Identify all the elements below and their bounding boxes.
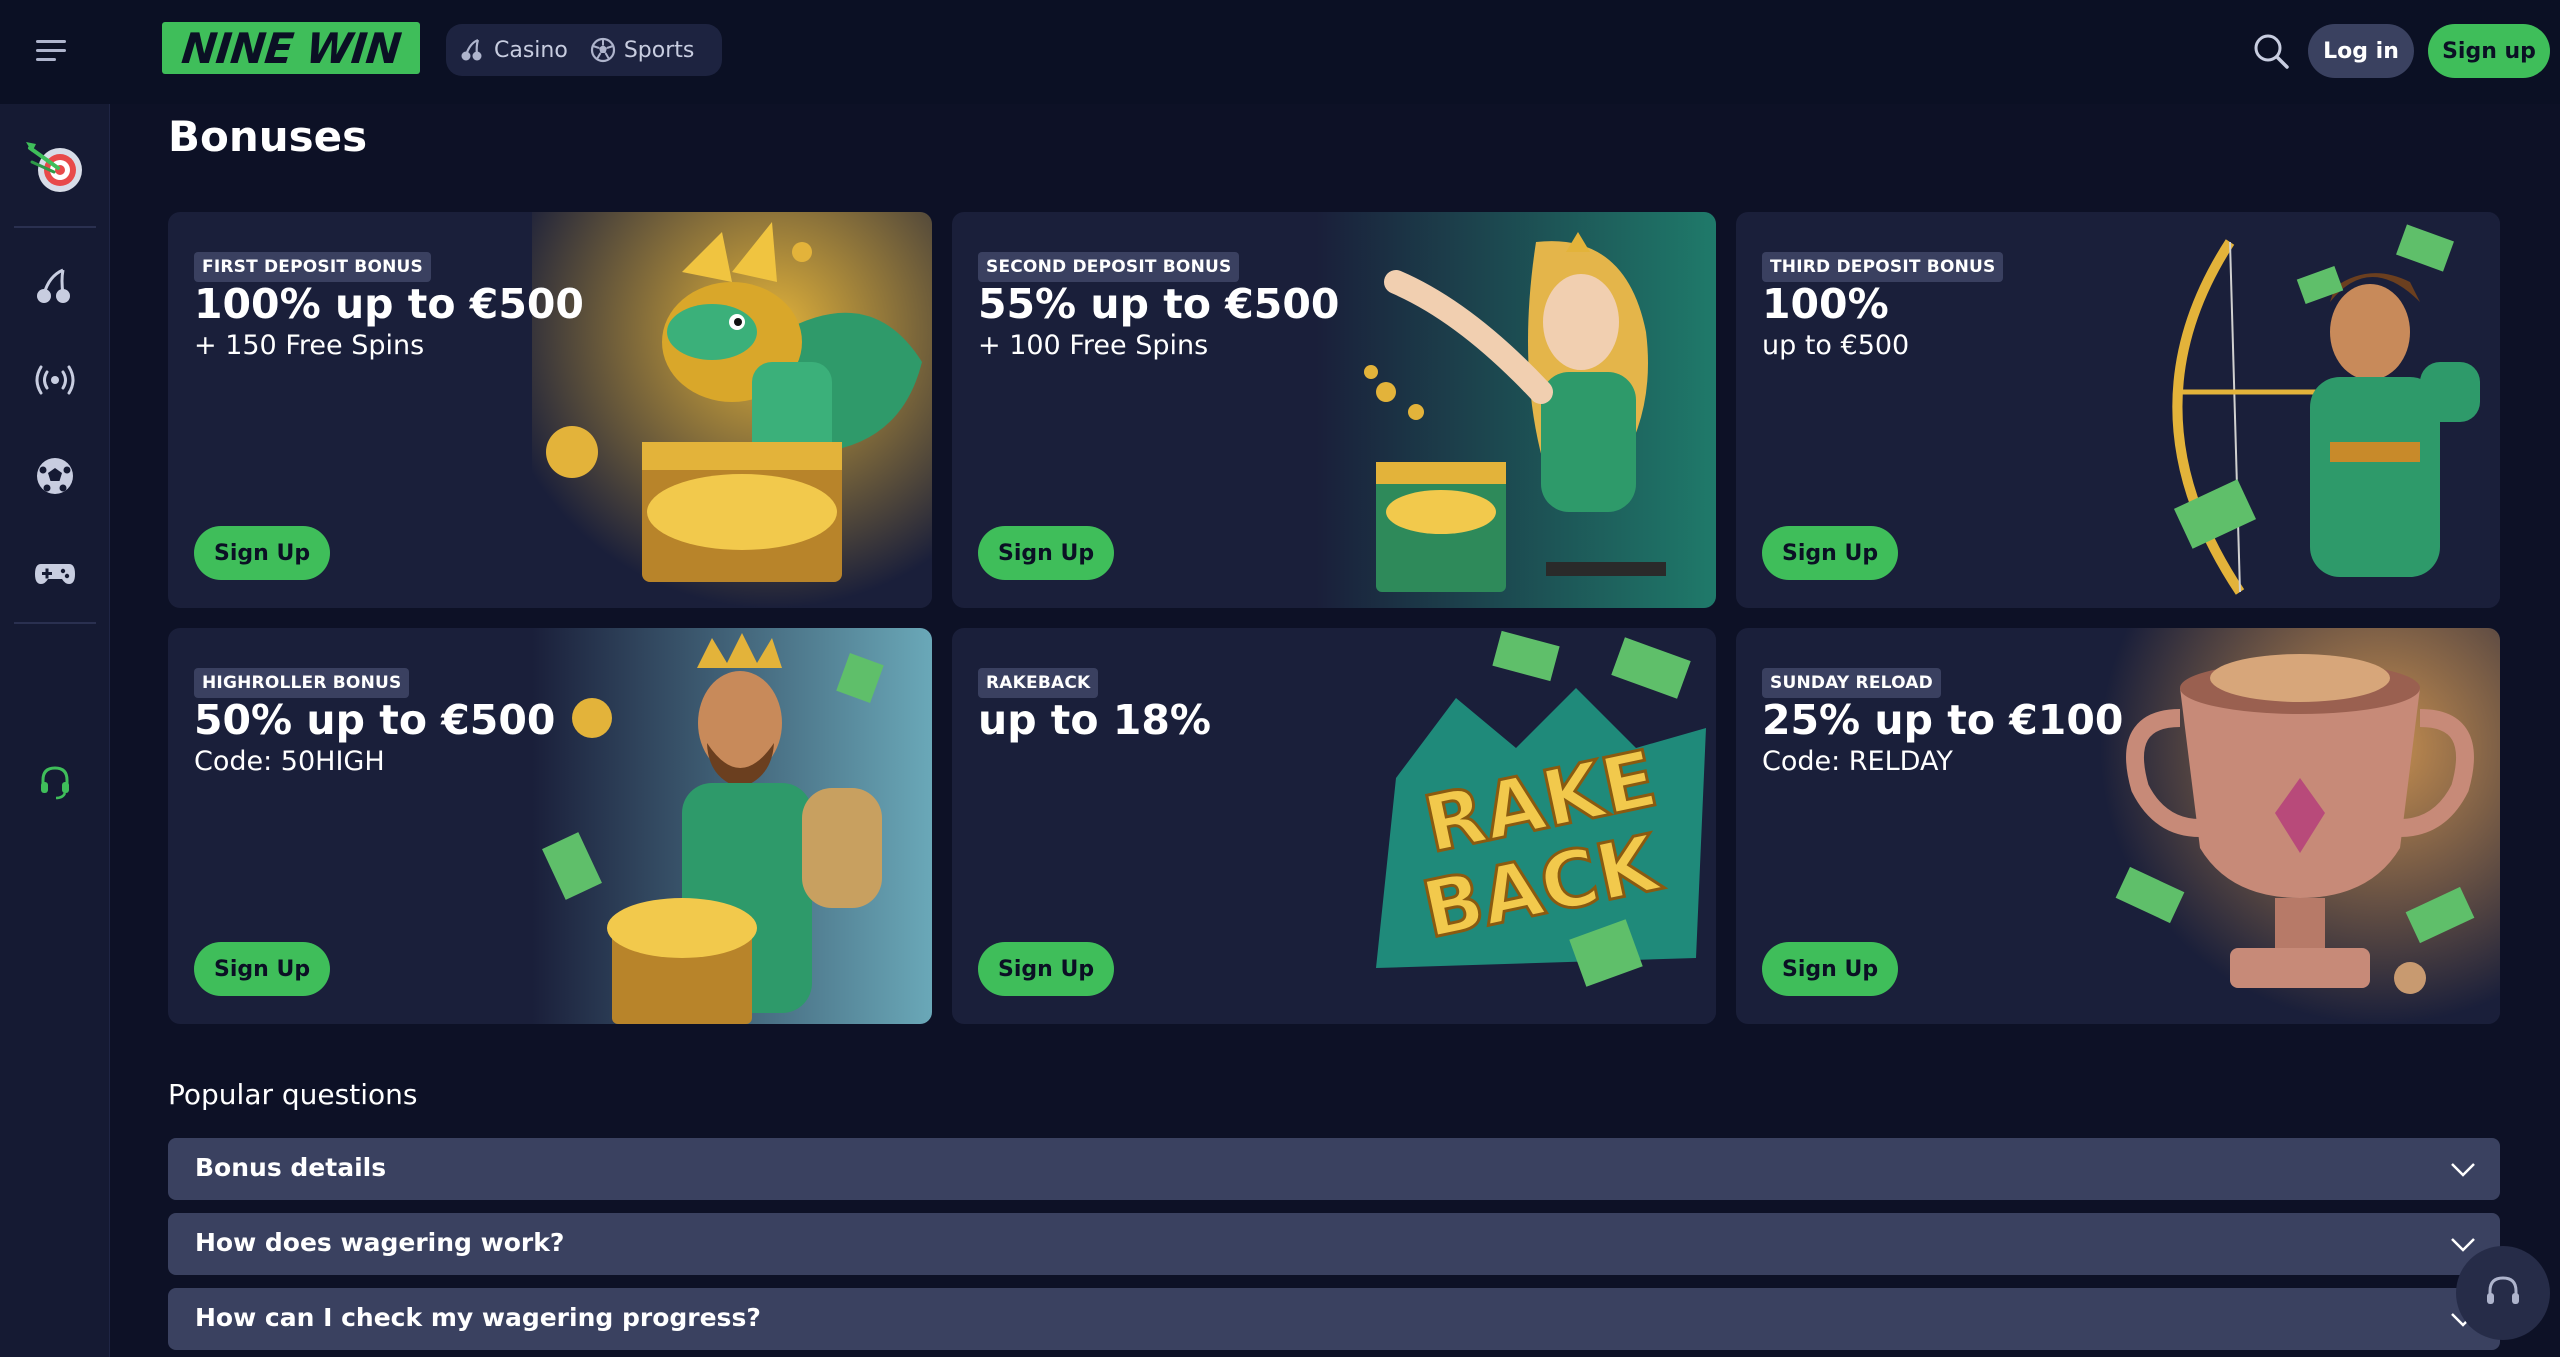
bonus-subtitle: + 150 Free Spins — [194, 330, 425, 361]
bonus-card: RAKE BACK RAKEBACK up to 18% Sign Up — [952, 628, 1716, 1024]
bonus-badge: SUNDAY RELOAD — [1762, 668, 1941, 698]
headset-icon[interactable] — [33, 760, 77, 804]
gamepad-icon[interactable] — [33, 550, 77, 594]
bonus-badge: SECOND DEPOSIT BONUS — [978, 252, 1240, 282]
page-title: Bonuses — [168, 112, 368, 161]
bonus-badge: FIRST DEPOSIT BONUS — [194, 252, 431, 282]
bonus-signup-button[interactable]: Sign Up — [1762, 942, 1899, 996]
faq-question: Bonus details — [195, 1153, 387, 1182]
bonus-title: 25% up to €100 — [1762, 696, 2124, 744]
bonus-badge: HIGHROLLER BONUS — [194, 668, 410, 698]
bonus-subtitle: Code: RELDAY — [1762, 746, 1953, 777]
signup-button[interactable]: Sign up — [2428, 24, 2550, 78]
menu-icon[interactable] — [36, 38, 70, 64]
bonus-badge: RAKEBACK — [978, 668, 1099, 698]
faq-item[interactable]: How does wagering work? — [168, 1213, 2500, 1275]
bonus-title: 55% up to €500 — [978, 280, 1340, 328]
bonus-title: 100% up to €500 — [194, 280, 584, 328]
bonus-title: 100% — [1762, 280, 1889, 328]
mode-switch: Casino Sports — [446, 24, 722, 76]
nav-sports[interactable]: Sports — [590, 37, 695, 63]
bonus-subtitle: up to €500 — [1762, 330, 1910, 361]
nav-casino-label: Casino — [494, 37, 568, 63]
support-chat-button[interactable] — [2456, 1246, 2550, 1340]
headset-icon — [2487, 1276, 2519, 1304]
bonus-card: HIGHROLLER BONUS 50% up to €500 Code: 50… — [168, 628, 932, 1024]
live-broadcast-icon[interactable] — [33, 358, 77, 402]
soccer-ball-icon — [590, 37, 615, 63]
bonus-signup-button[interactable]: Sign Up — [194, 942, 331, 996]
bonus-card: FIRST DEPOSIT BONUS 100% up to €500 + 15… — [168, 212, 932, 608]
sidebar — [0, 104, 110, 1357]
sidebar-divider — [14, 622, 96, 624]
bonus-card: SECOND DEPOSIT BONUS 55% up to €500 + 10… — [952, 212, 1716, 608]
login-button[interactable]: Log in — [2308, 24, 2414, 78]
bonus-subtitle: Code: 50HIGH — [194, 746, 385, 777]
trophy-art — [2100, 628, 2500, 1024]
bonus-subtitle: + 100 Free Spins — [978, 330, 1209, 361]
dragon-treasure-art — [532, 212, 932, 608]
top-header: NINE WIN Casino Sports Log in Sign up — [0, 0, 2560, 104]
faq-title: Popular questions — [168, 1078, 418, 1111]
bonus-signup-button[interactable]: Sign Up — [194, 526, 331, 580]
bonus-signup-button[interactable]: Sign Up — [978, 942, 1115, 996]
rakeback-art: RAKE BACK — [1316, 628, 1716, 1024]
soccer-ball-icon[interactable] — [33, 454, 77, 498]
bonus-signup-button[interactable]: Sign Up — [1762, 526, 1899, 580]
faq-question: How can I check my wagering progress? — [195, 1303, 761, 1332]
cherry-icon[interactable] — [33, 264, 77, 308]
cherry-icon — [461, 38, 482, 61]
archer-art — [2100, 212, 2500, 608]
bonus-badge: THIRD DEPOSIT BONUS — [1762, 252, 2004, 282]
bonus-card: THIRD DEPOSIT BONUS 100% up to €500 Sign… — [1736, 212, 2500, 608]
bonus-title: up to 18% — [978, 696, 1211, 744]
search-icon[interactable] — [2252, 32, 2290, 70]
bonus-signup-button[interactable]: Sign Up — [978, 526, 1115, 580]
dart-target-icon[interactable] — [22, 134, 88, 200]
heroine-treasure-art — [1316, 212, 1716, 608]
bonus-card: SUNDAY RELOAD 25% up to €100 Code: RELDA… — [1736, 628, 2500, 1024]
nav-casino[interactable]: Casino — [460, 37, 568, 63]
faq-item[interactable]: How can I check my wagering progress? — [168, 1288, 2500, 1350]
nav-sports-label: Sports — [623, 37, 695, 63]
chevron-down-icon — [2451, 1163, 2475, 1177]
sidebar-divider — [14, 226, 96, 228]
logo-text: NINE WIN — [179, 23, 403, 73]
faq-question: How does wagering work? — [195, 1228, 565, 1257]
logo[interactable]: NINE WIN — [162, 22, 420, 74]
faq-item[interactable]: Bonus details — [168, 1138, 2500, 1200]
bonus-title: 50% up to €500 — [194, 696, 556, 744]
king-treasure-art — [532, 628, 932, 1024]
